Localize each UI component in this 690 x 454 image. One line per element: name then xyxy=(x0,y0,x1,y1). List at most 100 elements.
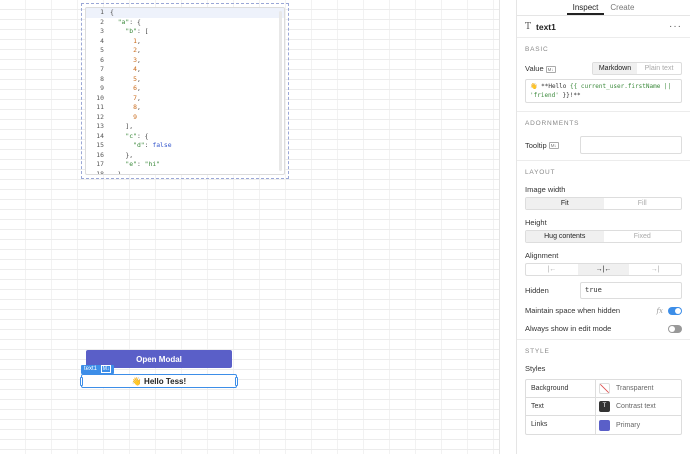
line-number: 11 xyxy=(96,103,104,111)
code-line[interactable]: 4 1, xyxy=(86,37,284,47)
code-line[interactable]: 1{ xyxy=(86,8,284,18)
style-value: Contrast text xyxy=(616,403,656,410)
layout-section-heading[interactable]: LAYOUT xyxy=(525,161,682,185)
editor-canvas[interactable]: 1{2 "a": {3 "b": [4 1, 5 2, 6 3, 7 4, 8 5, 9 … xyxy=(0,0,500,454)
code-line[interactable]: 13 ], xyxy=(86,122,284,132)
value-fallback-string: 'friend' xyxy=(530,92,559,99)
code-line[interactable]: 2 "a": { xyxy=(86,18,284,28)
line-number: 4 xyxy=(100,36,104,45)
value-text-start: **Hello xyxy=(541,83,571,90)
hidden-label: Hidden xyxy=(525,286,549,295)
align-left-icon[interactable]: |← xyxy=(526,264,578,275)
style-row-background[interactable]: Background Transparent xyxy=(526,380,681,398)
basic-section-heading[interactable]: BASIC xyxy=(525,38,682,62)
tooltip-label-text: Tooltip xyxy=(525,140,547,150)
image-width-fit[interactable]: Fit xyxy=(526,198,604,209)
style-row-links[interactable]: Links Primary xyxy=(526,416,681,434)
value-text-end: }}!** xyxy=(558,92,581,99)
image-width-fill[interactable]: Fill xyxy=(604,198,682,209)
layout-section: LAYOUT Image width Fit Fill Height Hug c… xyxy=(517,161,690,340)
code-line[interactable]: 10 7, xyxy=(86,94,284,104)
maintain-space-toggle[interactable] xyxy=(668,306,682,315)
line-number: 13 xyxy=(96,122,104,130)
code-line[interactable]: 12 9 xyxy=(86,113,284,123)
code-scrollbar[interactable] xyxy=(279,11,282,171)
code-line[interactable]: 7 4, xyxy=(86,65,284,75)
code-line[interactable]: 6 3, xyxy=(86,56,284,66)
code-text: 1, xyxy=(133,36,141,45)
mode-plain-text[interactable]: Plain text xyxy=(637,63,681,74)
text1-content: 👋 Hello Tess! xyxy=(131,376,187,386)
tooltip-label: Tooltip M↓ xyxy=(525,141,559,150)
json-viewer-frame[interactable]: 1{2 "a": {3 "b": [4 1, 5 2, 6 3, 7 4, 8 5, 9 … xyxy=(81,3,289,179)
image-width-label: Image width xyxy=(525,185,566,194)
value-label-text: Value xyxy=(525,64,544,73)
code-line[interactable]: 11 8, xyxy=(86,103,284,113)
line-number: 14 xyxy=(96,131,104,140)
more-options-icon[interactable]: ··· xyxy=(669,21,682,32)
wave-emoji: 👋 xyxy=(530,83,538,90)
style-row-text[interactable]: Text T Contrast text xyxy=(526,398,681,416)
transparent-swatch-icon xyxy=(599,383,610,394)
code-line[interactable]: 9 6, xyxy=(86,84,284,94)
markdown-icon: M↓ xyxy=(548,142,559,150)
hidden-input[interactable]: true xyxy=(580,282,682,299)
text1-component[interactable]: 👋 Hello Tess! xyxy=(80,374,238,388)
tab-create[interactable]: Create xyxy=(604,0,640,15)
code-line[interactable]: 3 "b": [ xyxy=(86,27,284,37)
style-value: Primary xyxy=(616,421,641,429)
mode-markdown[interactable]: Markdown xyxy=(593,63,637,74)
align-right-icon[interactable]: →| xyxy=(629,264,681,275)
adornments-section-heading[interactable]: ADORNMENTS xyxy=(525,112,682,136)
primary-swatch-icon xyxy=(599,419,610,431)
code-line[interactable]: 17 "e": "hi" xyxy=(86,160,284,170)
code-text: }, xyxy=(110,150,134,159)
height-fixed[interactable]: Fixed xyxy=(604,231,682,242)
code-editor[interactable]: 1{2 "a": {3 "b": [4 1, 5 2, 6 3, 7 4, 8 5, 9 … xyxy=(85,7,285,175)
line-number: 18 xyxy=(96,169,104,175)
selection-tag[interactable]: text1 M↓ xyxy=(81,365,115,374)
code-text: "d": false xyxy=(133,141,172,149)
text-type-icon: T xyxy=(525,21,532,32)
resize-handle-left[interactable] xyxy=(80,377,83,386)
line-number: 2 xyxy=(100,17,104,26)
code-line[interactable]: 14 "c": { xyxy=(86,132,284,142)
code-line[interactable]: 15 "d": false xyxy=(86,141,284,151)
resize-handle-right[interactable] xyxy=(235,377,238,386)
line-number: 5 xyxy=(100,46,104,54)
height-hug-contents[interactable]: Hug contents xyxy=(526,231,604,242)
fx-icon[interactable]: fx xyxy=(656,307,663,315)
inspector-panel: Inspect Create T text1 ··· BASIC Value M↓… xyxy=(516,0,690,454)
component-header: T text1 ··· xyxy=(517,16,690,38)
value-input[interactable]: 👋 **Hello {{ current_user.firstName || '… xyxy=(525,79,682,103)
tab-inspect[interactable]: Inspect xyxy=(566,0,605,15)
style-value: Transparent xyxy=(616,385,654,392)
style-section-heading[interactable]: STYLE xyxy=(525,340,682,364)
line-number: 8 xyxy=(100,74,104,83)
alignment-toggle: |← →|← →| xyxy=(525,263,682,276)
tooltip-input[interactable] xyxy=(580,136,682,154)
markdown-badge: M↓ xyxy=(100,365,112,373)
line-number: 15 xyxy=(96,141,104,149)
align-center-icon[interactable]: →|← xyxy=(577,264,630,275)
code-line[interactable]: 8 5, xyxy=(86,75,284,85)
style-key: Background xyxy=(526,380,596,397)
line-number: 9 xyxy=(100,84,104,92)
code-text: 2, xyxy=(133,46,141,54)
inspector-tabs: Inspect Create xyxy=(517,0,690,16)
code-line[interactable]: 18 } xyxy=(86,169,284,175)
style-key: Text xyxy=(526,398,596,415)
line-number: 12 xyxy=(96,112,104,121)
code-text: "b": [ xyxy=(125,27,149,35)
code-text: 4, xyxy=(133,65,141,73)
contrast-text-swatch-icon: T xyxy=(599,401,610,412)
code-text: 7, xyxy=(133,93,141,102)
selection-tag-name: text1 xyxy=(84,366,98,372)
code-text: 6, xyxy=(133,84,141,92)
always-show-toggle[interactable] xyxy=(668,324,682,333)
basic-section: BASIC Value M↓ Markdown Plain text 👋 **He… xyxy=(517,38,690,112)
code-line[interactable]: 16 }, xyxy=(86,151,284,161)
code-text: 5, xyxy=(133,74,141,83)
code-line[interactable]: 5 2, xyxy=(86,46,284,56)
component-name[interactable]: text1 xyxy=(536,22,669,32)
